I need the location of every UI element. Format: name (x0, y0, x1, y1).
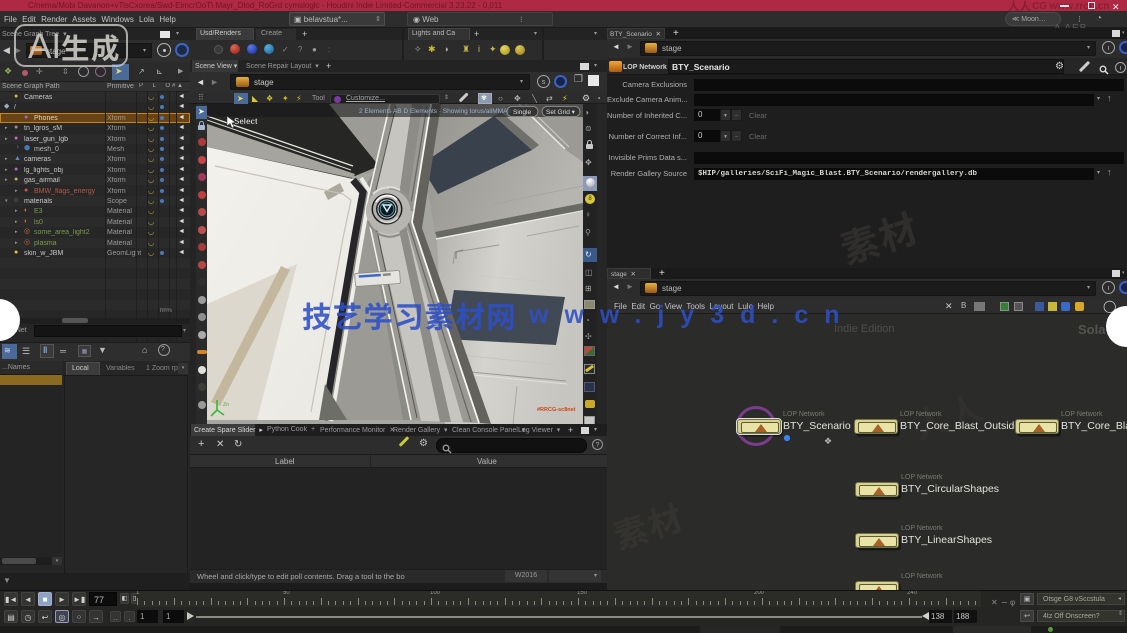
svg-text:2 Elements AB D Elements · Sho: 2 Elements AB D Elements · Showing torus… (359, 108, 511, 115)
svg-text:Single: Single (513, 109, 531, 116)
svg-text:Set Grid ▾: Set Grid ▾ (546, 109, 576, 116)
svg-text:Select: Select (234, 117, 258, 126)
svg-text:#RRCG-sc8net: #RRCG-sc8net (537, 407, 576, 413)
svg-text:Zn: Zn (223, 402, 229, 408)
